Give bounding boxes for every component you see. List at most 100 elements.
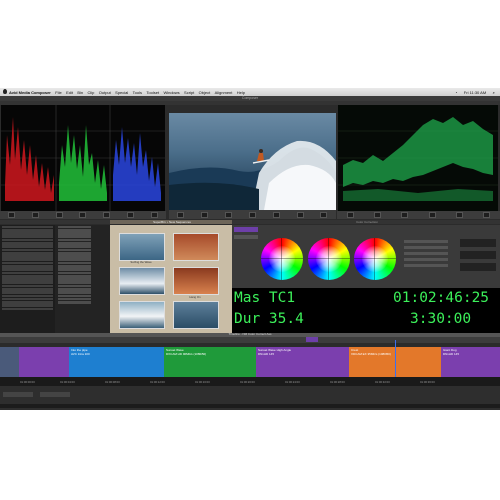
menu-script[interactable]: Script (184, 90, 194, 95)
apple-menu-icon[interactable] (3, 89, 7, 94)
list-item[interactable] (2, 261, 53, 265)
cc-mode-tab[interactable] (234, 227, 258, 232)
list-item[interactable] (2, 301, 53, 304)
cc-slider[interactable] (404, 258, 448, 261)
cc-mode-selector[interactable] (234, 235, 258, 239)
spotlight-icon[interactable]: ⌕ (493, 90, 495, 95)
list-item[interactable] (58, 287, 91, 291)
menu-edit[interactable]: Edit (66, 90, 73, 95)
right-step-forward-button[interactable] (455, 212, 463, 218)
play-button[interactable] (79, 212, 87, 218)
list-item[interactable] (2, 255, 53, 258)
list-item[interactable] (58, 248, 91, 252)
list-item[interactable] (58, 278, 91, 281)
menu-toolset[interactable]: Toolset (146, 90, 159, 95)
list-item[interactable] (58, 258, 91, 262)
right-play-button[interactable] (428, 212, 436, 218)
right-step-back-button[interactable] (347, 212, 355, 218)
list-item[interactable] (58, 232, 91, 235)
list-item[interactable] (2, 271, 53, 275)
list-item[interactable] (2, 242, 53, 245)
list-item[interactable] (58, 251, 91, 255)
list-item[interactable] (58, 274, 91, 278)
cc-slider[interactable] (404, 246, 448, 249)
list-item[interactable] (2, 228, 53, 232)
track-selector[interactable] (0, 347, 19, 377)
menu-bin[interactable]: Bin (77, 90, 83, 95)
center-play-button[interactable] (248, 211, 256, 218)
clip-thumbnail[interactable] (119, 233, 165, 261)
list-item[interactable] (2, 264, 53, 268)
project-bin-list[interactable] (0, 225, 55, 333)
play-reverse-button[interactable] (32, 212, 40, 218)
right-stop-button[interactable] (401, 212, 409, 218)
list-item[interactable] (58, 268, 91, 271)
list-item[interactable] (2, 291, 53, 294)
cc-value-field[interactable] (460, 263, 496, 271)
step-forward-button[interactable] (103, 212, 111, 218)
list-item[interactable] (58, 235, 91, 239)
timeline-tool-button[interactable] (3, 392, 33, 397)
highlights-color-wheel[interactable] (354, 238, 396, 280)
list-item[interactable] (58, 225, 91, 229)
list-item[interactable] (2, 225, 53, 229)
menu-windows[interactable]: Windows (163, 90, 179, 95)
list-item[interactable] (58, 297, 91, 301)
menu-output[interactable]: Output (99, 90, 111, 95)
list-item[interactable] (58, 242, 91, 245)
timeline-tool-button[interactable] (40, 392, 70, 397)
list-item[interactable] (2, 284, 53, 288)
list-item[interactable] (58, 271, 91, 275)
list-item[interactable] (58, 284, 91, 288)
clip-thumbnail[interactable] (173, 267, 219, 295)
wifi-icon[interactable]: ◔ (455, 90, 457, 95)
mark-out-button[interactable] (150, 212, 158, 218)
clip-thumbnail[interactable] (119, 267, 165, 295)
list-item[interactable] (2, 278, 53, 281)
timeline-clip[interactable] (19, 347, 69, 377)
mark-in-button[interactable] (126, 212, 134, 218)
list-item[interactable] (2, 251, 53, 255)
right-play-reverse-button[interactable] (374, 212, 382, 218)
timeline-clip[interactable]: Giant Dog DNxHD 145 (441, 347, 500, 377)
menu-object[interactable]: Object (199, 90, 211, 95)
menu-clip[interactable]: Clip (88, 90, 95, 95)
cc-slider[interactable] (404, 252, 448, 255)
list-item[interactable] (58, 281, 91, 285)
app-name-menu[interactable]: Avid Media Composer (9, 90, 51, 95)
list-item[interactable] (2, 304, 53, 308)
center-step-back-button[interactable] (177, 211, 185, 218)
list-item[interactable] (2, 281, 53, 285)
list-item[interactable] (2, 268, 53, 271)
list-item[interactable] (2, 245, 53, 248)
center-mark-in-button[interactable] (296, 211, 304, 218)
right-mark-in-button[interactable] (482, 212, 490, 218)
timeline-clip[interactable]: Sunset Wave DXCAM HD 90Mb/s (1080i50) (164, 347, 256, 377)
list-item[interactable] (2, 235, 53, 239)
timeline-clip[interactable]: Sunset Wave High Angle DNxHD 145 (256, 347, 349, 377)
list-item[interactable] (2, 232, 53, 235)
midtones-color-wheel[interactable] (308, 238, 350, 280)
cc-value-field[interactable] (460, 251, 496, 259)
list-item[interactable] (2, 238, 53, 242)
list-item[interactable] (2, 287, 53, 291)
list-item[interactable] (2, 297, 53, 301)
timeline-mode-button[interactable] (306, 337, 318, 342)
cc-slider[interactable] (404, 264, 448, 267)
list-item[interactable] (58, 301, 91, 304)
timeline-clip[interactable]: Into the pipe AVC Intra 100 (69, 347, 164, 377)
list-item[interactable] (2, 248, 53, 252)
clip-thumbnail[interactable] (173, 233, 219, 261)
cc-slider[interactable] (404, 240, 448, 243)
cc-value-field[interactable] (460, 239, 496, 247)
list-item[interactable] (2, 307, 53, 311)
list-item[interactable] (58, 264, 91, 268)
menu-special[interactable]: Special (115, 90, 128, 95)
timeline-scrollbar[interactable] (0, 404, 500, 408)
center-step-forward-button[interactable] (272, 211, 280, 218)
menubar-clock[interactable]: Fri 11:30 AM (464, 90, 486, 95)
list-item[interactable] (58, 238, 91, 242)
menu-file[interactable]: File (55, 90, 61, 95)
center-mark-out-button[interactable] (320, 211, 328, 218)
center-play-reverse-button[interactable] (201, 211, 209, 218)
